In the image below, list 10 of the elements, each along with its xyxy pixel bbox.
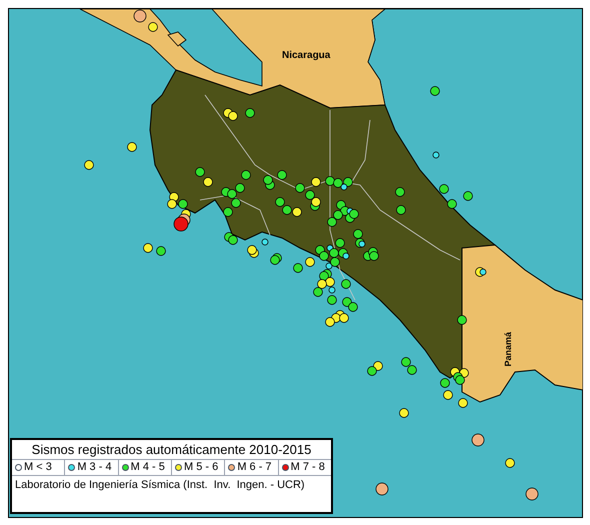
legend-label: M < 3 <box>24 460 52 476</box>
legend-label: M 7 - 8 <box>290 460 325 476</box>
country-label: Nicaragua <box>282 49 330 63</box>
credit-text: Laboratorio de Ingeniería Sísmica (Inst. Inv. Ingen. - UCR) <box>14 478 306 493</box>
legend-label: M 5 - 6 <box>184 460 218 476</box>
legend-title: Sismos registrados automáticamente 2010-2015 <box>30 441 312 459</box>
legend-label: M 3 - 4 <box>77 460 112 476</box>
country-label: Panamá <box>502 332 514 367</box>
legend-label: M 6 - 7 <box>237 460 272 476</box>
legend-label: M 4 - 5 <box>130 460 165 476</box>
